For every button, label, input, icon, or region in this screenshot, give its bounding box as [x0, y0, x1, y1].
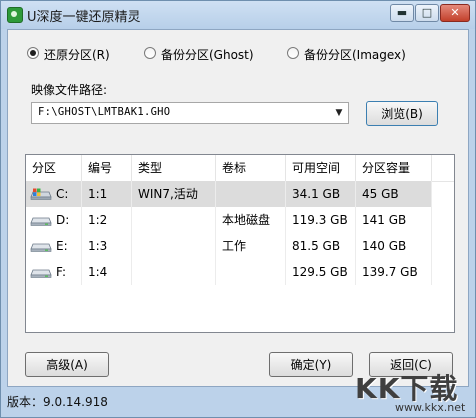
volume-cell: [216, 259, 286, 285]
drive-letter: D:: [56, 213, 70, 227]
drive-letter: C:: [56, 187, 69, 201]
system-drive-icon: [30, 188, 52, 200]
free-space-cell: 129.5 GB: [286, 259, 356, 285]
drive-icon: [30, 243, 52, 252]
volume-cell: [216, 181, 286, 207]
partition-table-header: 分区 编号 类型 卷标 可用空间 分区容量: [26, 155, 454, 182]
capacity-cell: 45 GB: [356, 181, 432, 207]
col-free-space[interactable]: 可用空间: [286, 155, 356, 181]
free-space-cell: 81.5 GB: [286, 233, 356, 259]
number-cell: 1:2: [82, 207, 132, 233]
partition-cell: C:: [26, 181, 82, 207]
backup-ghost-label: 备份分区(Ghost): [161, 48, 254, 62]
table-row[interactable]: F: 1:4 129.5 GB 139.7 GB: [26, 259, 432, 285]
partition-table: 分区 编号 类型 卷标 可用空间 分区容量 C: 1:1 WIN7,活动 34.…: [25, 154, 455, 333]
number-cell: 1:3: [82, 233, 132, 259]
col-number[interactable]: 编号: [82, 155, 132, 181]
backup-imagex-label: 备份分区(Imagex): [304, 48, 406, 62]
close-button[interactable]: ✕: [440, 4, 470, 22]
version-label: 版本：9.0.14.918: [7, 395, 108, 409]
radio-backup-ghost[interactable]: [144, 47, 156, 59]
table-row[interactable]: D: 1:2 本地磁盘 119.3 GB 141 GB: [26, 207, 432, 233]
partition-cell: E:: [26, 233, 82, 259]
number-cell: 1:1: [82, 181, 132, 207]
free-space-cell: 119.3 GB: [286, 207, 356, 233]
maximize-button[interactable]: □: [415, 4, 439, 22]
table-row[interactable]: C: 1:1 WIN7,活动 34.1 GB 45 GB: [26, 181, 432, 207]
drive-letter: F:: [56, 265, 67, 279]
volume-cell: 本地磁盘: [216, 207, 286, 233]
title-bar[interactable]: U深度一键还原精灵 ▬ □ ✕: [1, 1, 475, 29]
restore-partition-label: 还原分区(R): [44, 48, 110, 62]
watermark-url: www.kkx.net: [395, 401, 466, 414]
number-cell: 1:4: [82, 259, 132, 285]
radio-restore-partition[interactable]: [27, 47, 39, 59]
image-path-combobox[interactable]: F:\GHOST\LMTBAK1.GHO ▼: [31, 102, 349, 124]
partition-cell: D:: [26, 207, 82, 233]
capacity-cell: 141 GB: [356, 207, 432, 233]
watermark-logo: KK下载 www.kkx.net: [353, 367, 471, 417]
free-space-cell: 34.1 GB: [286, 181, 356, 207]
table-row[interactable]: E: 1:3 工作 81.5 GB 140 GB: [26, 233, 432, 259]
col-capacity[interactable]: 分区容量: [356, 155, 432, 181]
browse-button[interactable]: 浏览(B): [366, 101, 438, 126]
col-volume[interactable]: 卷标: [216, 155, 286, 181]
radio-backup-imagex[interactable]: [287, 47, 299, 59]
volume-cell: 工作: [216, 233, 286, 259]
capacity-cell: 139.7 GB: [356, 259, 432, 285]
type-cell: [132, 233, 216, 259]
drive-icon: [30, 217, 52, 226]
partition-cell: F:: [26, 259, 82, 285]
app-window: U深度一键还原精灵 ▬ □ ✕ 还原分区(R) 备份分区(Ghost) 备份分区…: [0, 0, 476, 418]
window-title: U深度一键还原精灵: [27, 10, 141, 25]
col-partition[interactable]: 分区: [26, 155, 82, 181]
image-path-label: 映像文件路径:: [31, 83, 108, 97]
type-cell: [132, 259, 216, 285]
image-path-value[interactable]: F:\GHOST\LMTBAK1.GHO: [38, 106, 170, 118]
capacity-cell: 140 GB: [356, 233, 432, 259]
minimize-button[interactable]: ▬: [390, 4, 414, 22]
type-cell: [132, 207, 216, 233]
advanced-button[interactable]: 高级(A): [25, 352, 109, 377]
col-type[interactable]: 类型: [132, 155, 216, 181]
drive-icon: [30, 269, 52, 278]
app-logo-icon: [7, 7, 23, 23]
drive-letter: E:: [56, 239, 68, 253]
chevron-down-icon[interactable]: ▼: [331, 104, 347, 122]
ok-button[interactable]: 确定(Y): [269, 352, 353, 377]
type-cell: WIN7,活动: [132, 181, 216, 207]
